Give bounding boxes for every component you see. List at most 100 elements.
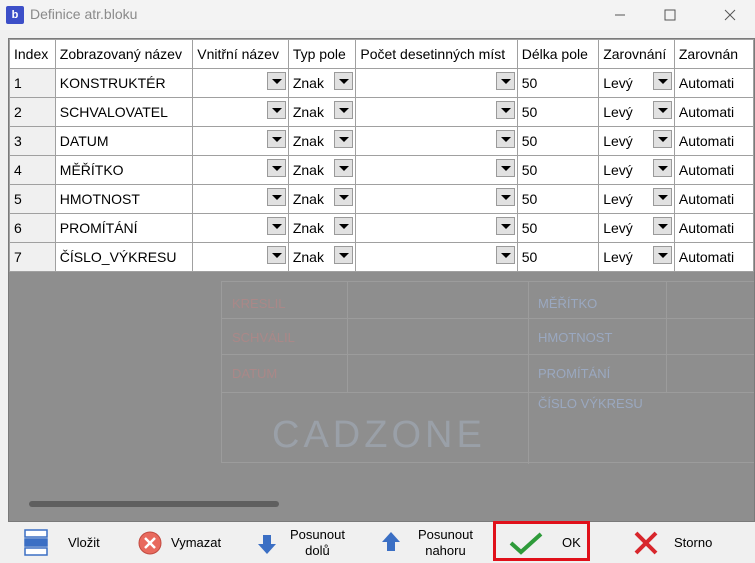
column-header[interactable]: Délka pole (516, 39, 600, 69)
align2-cell[interactable]: Automati (673, 68, 754, 98)
name-cell[interactable]: ČÍSLO_VÝKRESU (54, 242, 194, 272)
dropdown-arrow-icon[interactable] (266, 246, 286, 264)
row-index-cell[interactable]: 2 (9, 97, 56, 127)
type-cell[interactable]: Znak (287, 213, 357, 243)
insert-button[interactable]: Vložit (22, 523, 100, 563)
align2-cell[interactable]: Automati (673, 97, 754, 127)
column-header[interactable]: Zobrazovaný název (54, 39, 194, 69)
row-index-cell[interactable]: 3 (9, 126, 56, 156)
internal-cell[interactable] (192, 184, 289, 214)
column-header[interactable]: Vnitřní název (192, 39, 289, 69)
dropdown-arrow-icon[interactable] (495, 130, 515, 148)
attribute-grid[interactable]: Index Zobrazovaný název Vnitřní název Typ p… (8, 38, 755, 522)
dropdown-arrow-icon[interactable] (652, 188, 672, 206)
dropdown-arrow-icon[interactable] (334, 101, 354, 119)
internal-cell[interactable] (192, 126, 289, 156)
dropdown-arrow-icon[interactable] (652, 130, 672, 148)
align2-cell[interactable]: Automati (673, 213, 754, 243)
type-cell[interactable]: Znak (287, 97, 357, 127)
align-cell[interactable]: Levý (598, 242, 675, 272)
decimals-cell[interactable] (355, 184, 518, 214)
dropdown-arrow-icon[interactable] (266, 188, 286, 206)
dropdown-arrow-icon[interactable] (495, 217, 515, 235)
column-header[interactable]: Počet desetinných míst (355, 39, 518, 69)
row-index-cell[interactable]: 5 (9, 184, 56, 214)
type-cell[interactable]: Znak (287, 126, 357, 156)
dropdown-arrow-icon[interactable] (334, 130, 354, 148)
column-header[interactable]: Typ pole (287, 39, 357, 69)
row-index-cell[interactable]: 1 (9, 68, 56, 98)
align-cell[interactable]: Levý (598, 155, 675, 185)
dropdown-arrow-icon[interactable] (266, 72, 286, 90)
dropdown-arrow-icon[interactable] (334, 246, 354, 264)
name-cell[interactable]: MĚŘÍTKO (54, 155, 194, 185)
align2-cell[interactable]: Automati (673, 184, 754, 214)
minimize-button[interactable] (597, 0, 643, 30)
dropdown-arrow-icon[interactable] (652, 246, 672, 264)
table-row[interactable]: 5 HMOTNOST Znak 50 Levý Automati (9, 184, 754, 214)
dropdown-arrow-icon[interactable] (652, 72, 672, 90)
table-row[interactable]: 1 KONSTRUKTÉR Znak 50 Levý Automati (9, 68, 754, 98)
dropdown-arrow-icon[interactable] (266, 101, 286, 119)
type-cell[interactable]: Znak (287, 68, 357, 98)
type-cell[interactable]: Znak (287, 155, 357, 185)
length-cell[interactable]: 50 (516, 242, 600, 272)
move-up-button[interactable]: Posunout nahoru (380, 523, 473, 563)
dropdown-arrow-icon[interactable] (334, 217, 354, 235)
title-bar[interactable]: b Definice atr.bloku (0, 0, 755, 30)
align2-cell[interactable]: Automati (673, 126, 754, 156)
dropdown-arrow-icon[interactable] (495, 159, 515, 177)
dropdown-arrow-icon[interactable] (652, 101, 672, 119)
dropdown-arrow-icon[interactable] (495, 246, 515, 264)
align-cell[interactable]: Levý (598, 126, 675, 156)
dropdown-arrow-icon[interactable] (334, 159, 354, 177)
name-cell[interactable]: HMOTNOST (54, 184, 194, 214)
decimals-cell[interactable] (355, 126, 518, 156)
dropdown-arrow-icon[interactable] (266, 159, 286, 177)
internal-cell[interactable] (192, 242, 289, 272)
name-cell[interactable]: SCHVALOVATEL (54, 97, 194, 127)
dropdown-arrow-icon[interactable] (334, 72, 354, 90)
dropdown-arrow-icon[interactable] (495, 72, 515, 90)
table-row[interactable]: 3 DATUM Znak 50 Levý Automati (9, 126, 754, 156)
length-cell[interactable]: 50 (516, 184, 600, 214)
length-cell[interactable]: 50 (516, 68, 600, 98)
row-index-cell[interactable]: 6 (9, 213, 56, 243)
close-button[interactable] (707, 0, 753, 30)
type-cell[interactable]: Znak (287, 184, 357, 214)
decimals-cell[interactable] (355, 97, 518, 127)
horizontal-scrollbar[interactable] (29, 501, 279, 507)
name-cell[interactable]: PROMÍTÁNÍ (54, 213, 194, 243)
length-cell[interactable]: 50 (516, 155, 600, 185)
name-cell[interactable]: DATUM (54, 126, 194, 156)
column-header[interactable]: Zarovnán (673, 39, 754, 69)
dropdown-arrow-icon[interactable] (334, 188, 354, 206)
dropdown-arrow-icon[interactable] (652, 159, 672, 177)
table-row[interactable]: 6 PROMÍTÁNÍ Znak 50 Levý Automati (9, 213, 754, 243)
decimals-cell[interactable] (355, 242, 518, 272)
dropdown-arrow-icon[interactable] (266, 217, 286, 235)
length-cell[interactable]: 50 (516, 97, 600, 127)
maximize-button[interactable] (647, 0, 693, 30)
dropdown-arrow-icon[interactable] (495, 101, 515, 119)
internal-cell[interactable] (192, 155, 289, 185)
length-cell[interactable]: 50 (516, 213, 600, 243)
cancel-button[interactable]: Storno (632, 523, 712, 563)
decimals-cell[interactable] (355, 155, 518, 185)
internal-cell[interactable] (192, 68, 289, 98)
row-index-cell[interactable]: 4 (9, 155, 56, 185)
column-header[interactable]: Zarovnání (598, 39, 675, 69)
align2-cell[interactable]: Automati (673, 155, 754, 185)
type-cell[interactable]: Znak (287, 242, 357, 272)
length-cell[interactable]: 50 (516, 126, 600, 156)
align-cell[interactable]: Levý (598, 97, 675, 127)
table-row[interactable]: 4 MĚŘÍTKO Znak 50 Levý Automati (9, 155, 754, 185)
internal-cell[interactable] (192, 213, 289, 243)
decimals-cell[interactable] (355, 213, 518, 243)
align2-cell[interactable]: Automati (673, 242, 754, 272)
column-header[interactable]: Index (9, 39, 56, 69)
align-cell[interactable]: Levý (598, 68, 675, 98)
align-cell[interactable]: Levý (598, 184, 675, 214)
decimals-cell[interactable] (355, 68, 518, 98)
dropdown-arrow-icon[interactable] (652, 217, 672, 235)
